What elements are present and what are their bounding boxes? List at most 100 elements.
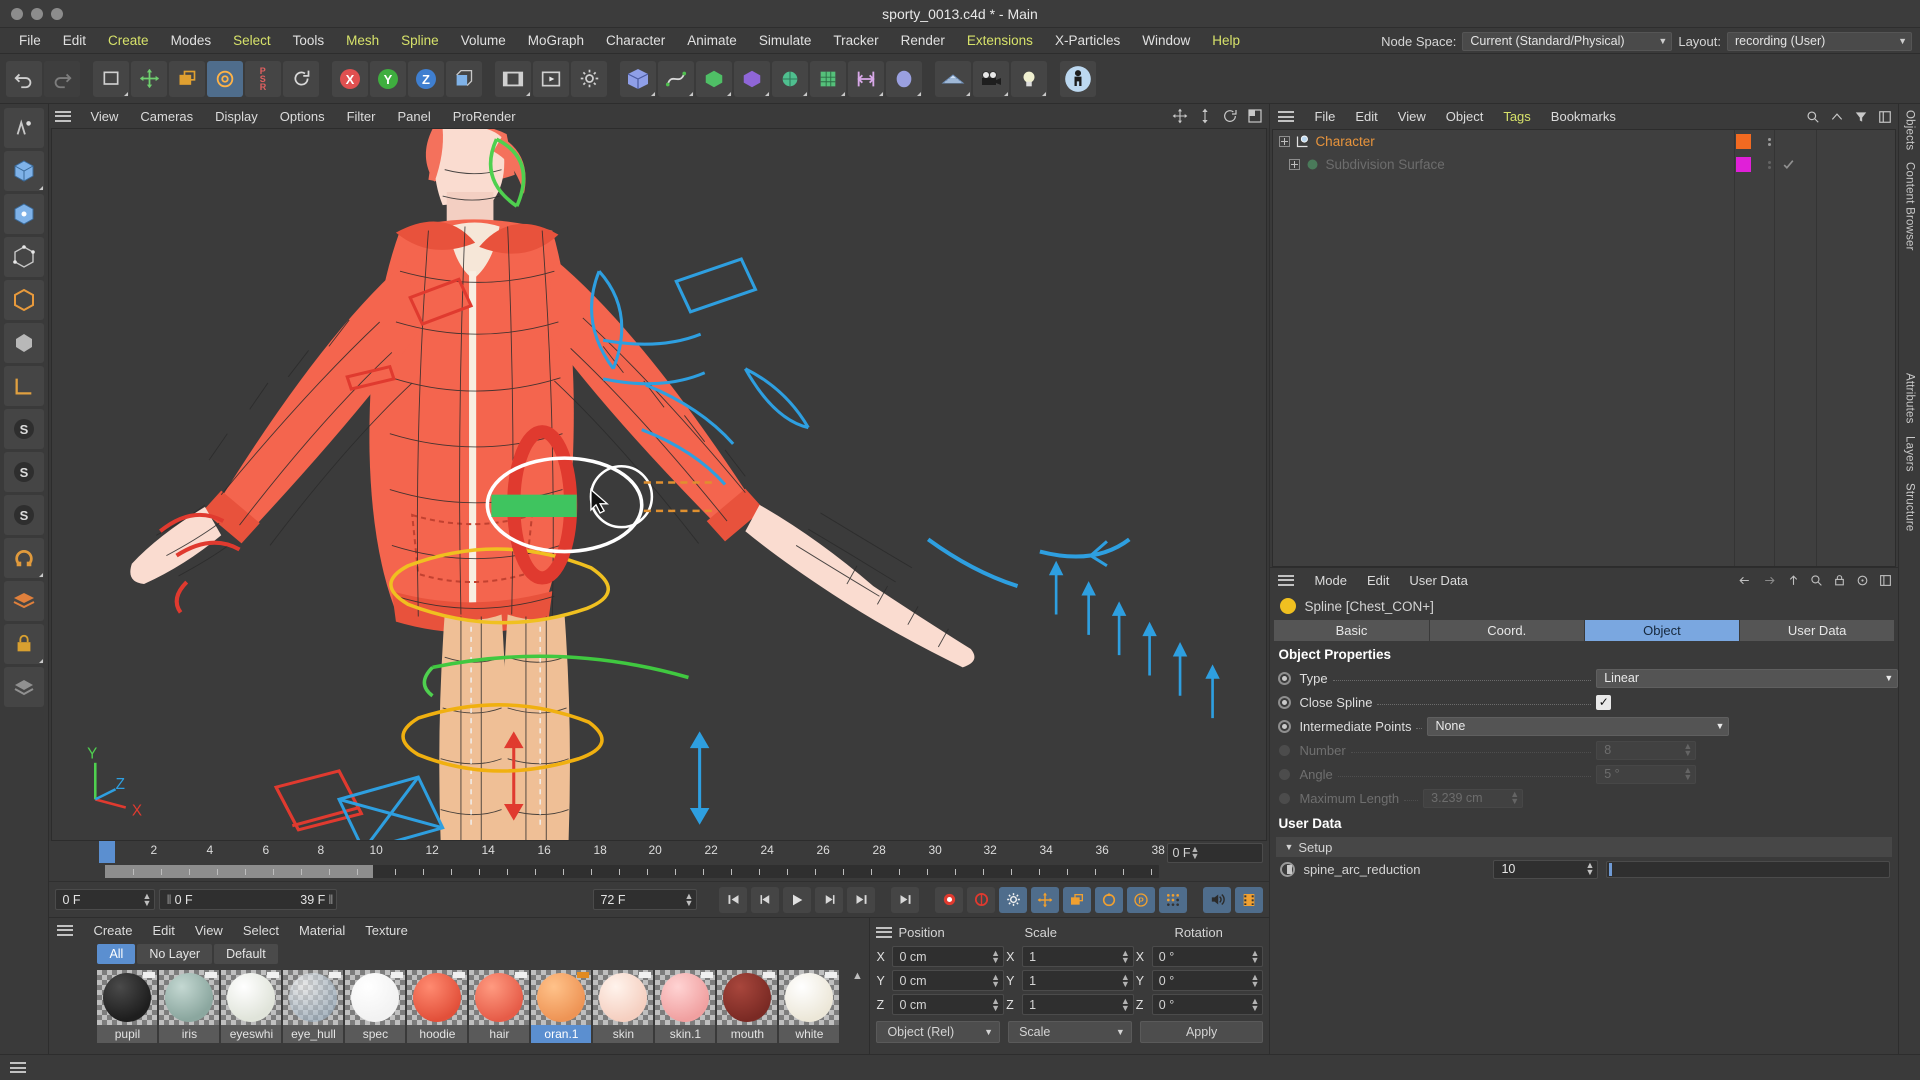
timeline-filmstrip-button[interactable] — [1235, 886, 1264, 913]
rotation-y-field[interactable]: 0 ° ▲ ▼ — [1151, 970, 1264, 991]
next-frame-button[interactable] — [815, 886, 844, 913]
add-light-button[interactable] — [1011, 60, 1047, 97]
snap-s-button-1[interactable]: S — [4, 409, 45, 449]
sound-button[interactable] — [1203, 886, 1232, 913]
render-view-button[interactable] — [495, 60, 531, 97]
enable-snapping-button[interactable] — [4, 538, 45, 578]
status-menu-icon[interactable] — [10, 1062, 26, 1073]
coordinate-transform-dropdown[interactable]: Scale ▼ — [1008, 1021, 1132, 1043]
material-thumbnail[interactable] — [221, 970, 282, 1025]
layer-filter-all[interactable]: All — [97, 944, 136, 964]
add-cube-button[interactable] — [620, 60, 656, 97]
render-settings-button[interactable] — [571, 60, 607, 97]
move-tool-button[interactable] — [131, 60, 167, 97]
object-tree-row-character[interactable]: Character — [1273, 130, 1895, 153]
rotate-view-icon[interactable] — [1222, 108, 1238, 124]
menu-xparticles[interactable]: X-Particles — [1044, 30, 1131, 51]
tab-basic[interactable]: Basic — [1274, 620, 1429, 641]
stepper-icon[interactable]: ▲ ▼ — [1121, 972, 1130, 988]
material-thumbnail[interactable] — [655, 970, 716, 1025]
add-deformer-button[interactable] — [734, 60, 770, 97]
scale-key-button[interactable] — [1063, 886, 1092, 913]
material-thumbnail[interactable] — [97, 970, 158, 1025]
menu-character[interactable]: Character — [595, 30, 676, 51]
menu-create[interactable]: Create — [97, 30, 160, 51]
check-icon[interactable] — [1782, 158, 1795, 171]
go-to-start-button[interactable] — [719, 886, 748, 913]
rotate-tool-button[interactable] — [207, 60, 243, 97]
menu-render[interactable]: Render — [890, 30, 956, 51]
om-menu-view[interactable]: View — [1388, 107, 1436, 126]
tab-object[interactable]: Object — [1584, 620, 1740, 641]
search-icon[interactable] — [1810, 574, 1823, 587]
x-axis-lock-button[interactable]: X — [332, 60, 368, 97]
scale-tool-button[interactable] — [169, 60, 205, 97]
property-toggle-icon[interactable] — [1278, 695, 1292, 709]
make-editable-button[interactable] — [4, 108, 45, 148]
previous-frame-button[interactable] — [751, 886, 780, 913]
om-menu-bookmarks[interactable]: Bookmarks — [1541, 107, 1626, 126]
stepper-icon[interactable]: ▲ ▼ — [991, 996, 1000, 1012]
viewport-menu-prorender[interactable]: ProRender — [442, 107, 527, 126]
am-menu-edit[interactable]: Edit — [1357, 571, 1399, 590]
stepper-icon[interactable]: ▲ ▼ — [1251, 948, 1260, 964]
play-button[interactable] — [783, 886, 812, 913]
menu-volume[interactable]: Volume — [450, 30, 517, 51]
object-manager-menu-icon[interactable] — [1278, 111, 1295, 122]
user-data-parameter-icon[interactable] — [1280, 861, 1296, 877]
coordinate-system-button[interactable] — [446, 60, 482, 97]
dock-tab-attributes[interactable]: Attributes — [1904, 373, 1916, 424]
character-object-button[interactable] — [1060, 60, 1096, 97]
object-manager-tree[interactable]: Character Subdivision Surface — [1272, 129, 1897, 567]
stepper-icon[interactable]: ▲ ▼ — [143, 891, 152, 907]
object-mode-button[interactable] — [4, 194, 45, 234]
render-to-picture-viewer-button[interactable] — [533, 60, 569, 97]
close-window-button[interactable] — [11, 7, 23, 20]
viewport-menu-icon[interactable] — [55, 110, 72, 122]
om-menu-edit[interactable]: Edit — [1345, 107, 1387, 126]
rotation-key-button[interactable] — [1095, 886, 1124, 913]
frame-end-field[interactable]: 72 F ▲ ▼ — [593, 889, 698, 910]
add-material-button[interactable] — [886, 60, 922, 97]
type-dropdown[interactable]: Linear ▼ — [1596, 668, 1899, 688]
om-menu-file[interactable]: File — [1304, 107, 1345, 126]
parameter-key-button[interactable]: P — [1127, 886, 1156, 913]
stepper-icon[interactable]: ▲ ▼ — [1191, 845, 1200, 861]
coordinate-mode-dropdown[interactable]: Object (Rel) ▼ — [876, 1021, 1001, 1043]
viewport-menu-panel[interactable]: Panel — [386, 107, 441, 126]
new-window-icon[interactable] — [1878, 110, 1892, 124]
tab-coord[interactable]: Coord. — [1429, 620, 1584, 641]
rotation-z-field[interactable]: 0 ° ▲ ▼ — [1151, 994, 1264, 1015]
spine-arc-reduction-field[interactable]: 10 ▲ ▼ — [1493, 859, 1599, 879]
menu-help[interactable]: Help — [1201, 30, 1251, 51]
material-menu-texture[interactable]: Texture — [355, 921, 418, 940]
select-tool-button[interactable] — [93, 60, 129, 97]
material-thumbnail[interactable] — [345, 970, 406, 1025]
material-thumbnail[interactable] — [469, 970, 530, 1025]
preview-range-field[interactable]: ‖ 0 F 39 F ‖ — [159, 889, 338, 910]
maximize-window-button[interactable] — [51, 7, 63, 20]
autokeying-button[interactable] — [967, 886, 996, 913]
material-thumbnail[interactable] — [283, 970, 344, 1025]
go-to-end-button[interactable] — [847, 886, 876, 913]
layer-grid-button[interactable] — [4, 581, 45, 621]
menu-tracker[interactable]: Tracker — [822, 30, 889, 51]
stepper-icon[interactable]: ▲ ▼ — [991, 972, 1000, 988]
dock-tab-structure[interactable]: Structure — [1904, 483, 1916, 531]
add-generator-button[interactable] — [696, 60, 732, 97]
om-menu-object[interactable]: Object — [1436, 107, 1494, 126]
timeline-range-bar[interactable] — [105, 865, 1160, 878]
menu-file[interactable]: File — [8, 30, 52, 51]
expand-toggle-icon[interactable] — [1279, 136, 1291, 147]
current-frame-field[interactable]: 0 F ▲ ▼ — [1167, 843, 1264, 863]
coordinate-menu-icon[interactable] — [876, 926, 893, 938]
material-thumbnail[interactable] — [531, 970, 592, 1025]
stepper-icon[interactable]: ▲ ▼ — [1121, 948, 1130, 964]
filter-icon[interactable] — [1854, 110, 1868, 124]
target-icon[interactable] — [1856, 574, 1869, 587]
model-mode-button[interactable] — [4, 151, 45, 191]
stepper-icon[interactable]: ▲ ▼ — [1586, 861, 1595, 877]
viewport-menu-filter[interactable]: Filter — [336, 107, 387, 126]
menu-spline[interactable]: Spline — [390, 30, 450, 51]
polygons-mode-button[interactable] — [4, 323, 45, 363]
